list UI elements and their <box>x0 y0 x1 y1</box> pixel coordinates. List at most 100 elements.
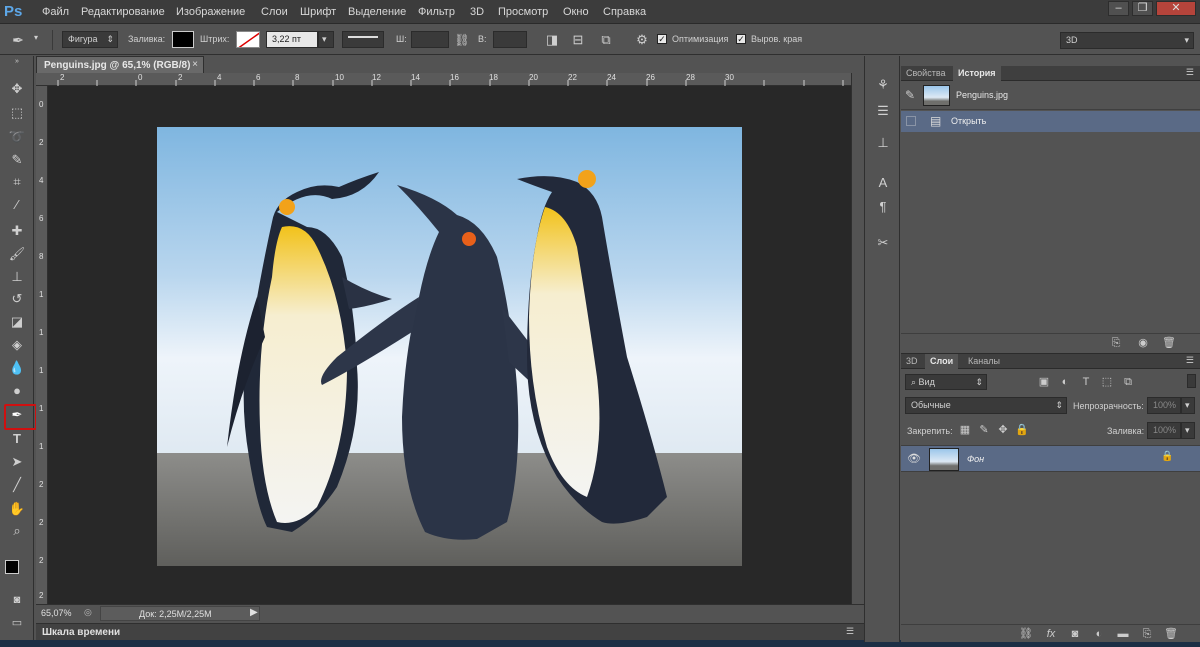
panel-menu-icon[interactable]: ☰ <box>1186 355 1194 366</box>
align-edges-checkbox[interactable]: ✓ <box>736 34 746 44</box>
close-button[interactable]: ✕ <box>1156 1 1196 16</box>
zoom-level[interactable]: 65,07% <box>41 608 72 618</box>
fill-input[interactable]: 100% <box>1147 422 1181 439</box>
pen-tool-preset-icon[interactable]: ✒ <box>8 31 28 49</box>
path-operations-icon[interactable]: ◨ <box>542 31 562 49</box>
type-tool-icon[interactable]: T <box>7 430 27 448</box>
character-panel-icon[interactable]: A <box>874 174 892 192</box>
menu-filter[interactable]: Фильтр <box>418 6 455 18</box>
history-snapshot[interactable]: ✎ Penguins.jpg <box>901 82 1200 110</box>
menu-window[interactable]: Окно <box>563 6 589 18</box>
filter-adjustment-icon[interactable]: ◐ <box>1058 375 1072 389</box>
lock-transparency-icon[interactable]: ▦ <box>958 423 972 437</box>
quick-select-tool-icon[interactable]: ✎ <box>7 151 27 169</box>
close-icon[interactable]: × <box>192 59 198 70</box>
path-arrangement-icon[interactable]: ⧉ <box>596 31 616 49</box>
new-document-from-state-icon[interactable]: ⎘ <box>1109 336 1123 350</box>
clone-stamp-tool-icon[interactable]: ⊥ <box>7 268 27 286</box>
height-input[interactable] <box>493 31 527 48</box>
filter-type-icon[interactable]: T <box>1079 375 1093 389</box>
eraser-tool-icon[interactable]: ◪ <box>7 313 27 331</box>
history-step[interactable]: ▤ Открыть <box>901 111 1200 132</box>
opacity-dropdown-icon[interactable]: ▾ <box>1181 397 1195 414</box>
history-step-checkbox[interactable] <box>906 116 916 126</box>
penguins-photo[interactable] <box>157 127 742 566</box>
clone-source-icon[interactable]: ⊥ <box>874 134 892 152</box>
tab-layers[interactable]: Слои <box>925 354 959 369</box>
history-brush-tool-icon[interactable]: ↺ <box>7 290 27 308</box>
tab-3d[interactable]: 3D <box>901 354 923 369</box>
antialias-checkbox[interactable]: ✓ <box>657 34 667 44</box>
fx-icon[interactable]: fx <box>1044 627 1058 641</box>
zoom-tool-icon[interactable]: ⌕ <box>7 522 27 540</box>
stroke-type-select[interactable] <box>342 31 384 48</box>
camera-icon[interactable]: ◉ <box>1136 336 1150 350</box>
tool-presets-icon[interactable]: ✂ <box>874 234 892 252</box>
status-share-icon[interactable]: ◎ <box>84 607 94 619</box>
adjustment-layer-icon[interactable]: ◐ <box>1092 627 1106 641</box>
folder-icon[interactable]: ▬ <box>1116 627 1130 641</box>
document-tab[interactable]: Penguins.jpg @ 65,1% (RGB/8) × <box>36 56 204 73</box>
width-input[interactable] <box>411 31 449 48</box>
new-layer-icon[interactable]: ⎘ <box>1140 627 1154 641</box>
menu-file[interactable]: Файл <box>42 6 69 18</box>
move-tool-icon[interactable]: ✥ <box>7 80 27 98</box>
link-icon[interactable]: ⛓ <box>452 31 472 49</box>
lock-all-icon[interactable]: 🔒 <box>1015 423 1029 437</box>
visibility-eye-icon[interactable]: 👁 <box>907 452 921 465</box>
screen-mode-icon[interactable]: ▭ <box>7 614 27 632</box>
blend-mode-select[interactable]: Обычные ⇕ <box>905 397 1067 414</box>
healing-brush-tool-icon[interactable]: ✚ <box>7 222 27 240</box>
marquee-tool-icon[interactable]: ⬚ <box>7 104 27 122</box>
path-selection-tool-icon[interactable]: ➤ <box>7 453 27 471</box>
lock-pixels-icon[interactable]: ✎ <box>977 423 991 437</box>
filter-toggle[interactable] <box>1187 374 1196 388</box>
eyedropper-tool-icon[interactable]: ⁄ <box>7 196 27 214</box>
link-layers-icon[interactable]: ⛓ <box>1019 627 1033 641</box>
line-tool-icon[interactable]: ╱ <box>7 476 27 494</box>
layer-row[interactable]: 👁 Фон 🔒 <box>901 445 1200 472</box>
opacity-input[interactable]: 100% <box>1147 397 1181 414</box>
dodge-tool-icon[interactable]: ● <box>7 382 27 400</box>
trash-icon[interactable]: 🗑 <box>1164 627 1178 641</box>
paragraph-panel-icon[interactable]: ¶ <box>874 198 892 216</box>
shape-mode-select[interactable]: Фигура ⇕ <box>62 31 118 48</box>
quick-mask-icon[interactable]: ◙ <box>7 591 27 609</box>
menu-edit[interactable]: Редактирование <box>81 6 165 18</box>
brush-tool-icon[interactable]: 🖌 <box>7 245 27 263</box>
add-mask-icon[interactable]: ◙ <box>1068 627 1082 641</box>
foreground-color-swatch[interactable] <box>5 560 19 574</box>
layer-filter-select[interactable]: ⌕ Вид ⇕ <box>905 374 987 390</box>
brush-presets-icon[interactable]: ⚘ <box>874 76 892 94</box>
stroke-width-input[interactable]: 3,22 пт <box>266 31 318 48</box>
panel-menu-icon[interactable]: ☰ <box>1186 67 1194 78</box>
menu-help[interactable]: Справка <box>603 6 646 18</box>
fill-swatch[interactable] <box>172 31 194 48</box>
filter-smart-object-icon[interactable]: ⧉ <box>1121 375 1135 389</box>
tab-channels[interactable]: Каналы <box>963 354 1005 369</box>
paint-bucket-tool-icon[interactable]: ◈ <box>7 336 27 354</box>
stroke-width-dropdown-icon[interactable]: ▾ <box>318 31 334 48</box>
lasso-tool-icon[interactable]: ➰ <box>7 128 27 146</box>
layer-name[interactable]: Фон <box>967 454 984 464</box>
gear-icon[interactable]: ⚙ <box>632 31 652 49</box>
filter-pixel-icon[interactable]: ▣ <box>1037 375 1051 389</box>
crop-tool-icon[interactable]: ⌗ <box>7 173 27 191</box>
brush-settings-icon[interactable]: ☰ <box>874 102 892 120</box>
menu-view[interactable]: Просмотр <box>498 6 548 18</box>
minimize-button[interactable]: – <box>1108 1 1129 16</box>
lock-position-icon[interactable]: ✥ <box>996 423 1010 437</box>
panel-menu-icon[interactable]: ☰ <box>846 626 854 637</box>
tab-history[interactable]: История <box>953 66 1001 81</box>
trash-icon[interactable]: 🗑 <box>1162 336 1176 350</box>
menu-3d[interactable]: 3D <box>470 6 484 18</box>
history-brush-icon[interactable]: ✎ <box>905 88 915 102</box>
workspace-select[interactable]: 3D ▾ <box>1060 32 1194 49</box>
timeline-title[interactable]: Шкала времени <box>42 627 120 638</box>
preset-dropdown-icon[interactable]: ▾ <box>34 33 38 42</box>
restore-button[interactable]: ❐ <box>1132 1 1153 16</box>
vertical-scrollbar[interactable] <box>851 73 864 604</box>
filter-shape-icon[interactable]: ⬚ <box>1100 375 1114 389</box>
fill-dropdown-icon[interactable]: ▾ <box>1181 422 1195 439</box>
hand-tool-icon[interactable]: ✋ <box>7 500 27 518</box>
